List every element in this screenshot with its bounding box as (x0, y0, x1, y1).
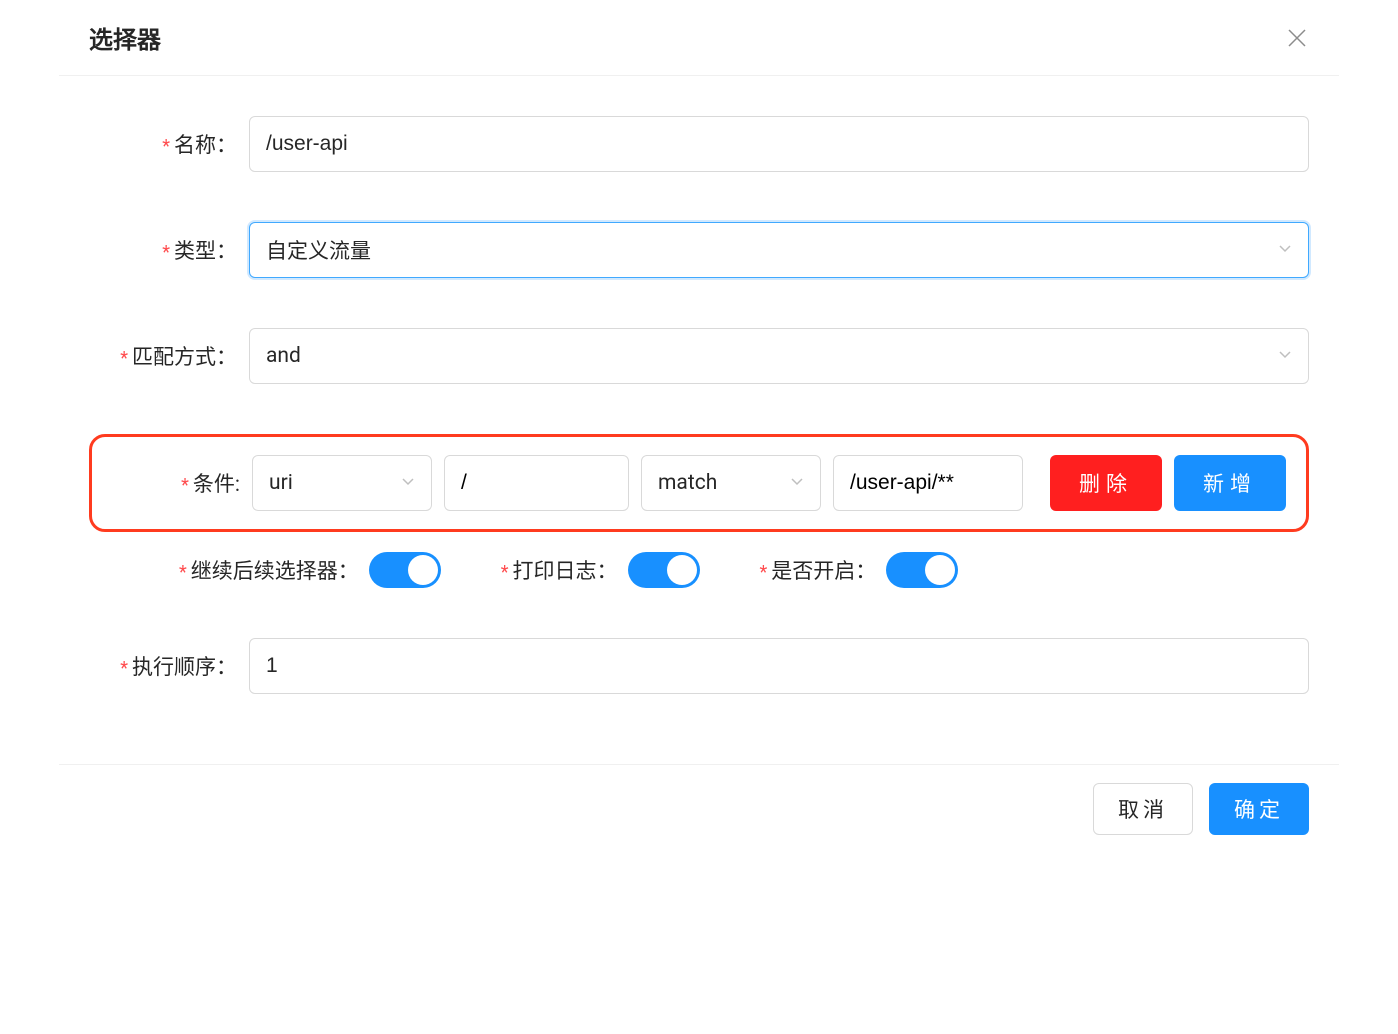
continue-selector-label: *继续后续选择器： (179, 555, 359, 585)
name-input[interactable] (249, 116, 1309, 172)
switch-handle (408, 555, 438, 585)
type-select[interactable]: 自定义流量 (249, 222, 1309, 278)
type-label: *类型： (89, 235, 249, 265)
required-mark: * (120, 658, 128, 679)
required-mark: * (162, 242, 170, 263)
required-mark: * (162, 136, 170, 157)
continue-selector-toggle-item: *继续后续选择器： (179, 552, 441, 588)
condition-label: *条件: (112, 468, 252, 498)
condition-param-type-value: uri (269, 471, 293, 495)
match-mode-control: and (249, 328, 1309, 384)
exec-order-label: *执行顺序： (89, 651, 249, 681)
modal-title: 选择器 (89, 20, 161, 55)
required-mark: * (120, 348, 128, 369)
condition-controls: uri match 删除 新增 (252, 455, 1286, 511)
cancel-button[interactable]: 取消 (1093, 783, 1193, 835)
enabled-label: *是否开启： (760, 555, 877, 585)
exec-order-row: *执行顺序： (89, 638, 1309, 694)
name-row: *名称： (89, 116, 1309, 172)
enabled-switch[interactable] (886, 552, 958, 588)
print-log-switch[interactable] (628, 552, 700, 588)
required-mark: * (179, 562, 187, 583)
match-mode-select[interactable]: and (249, 328, 1309, 384)
match-mode-label: *匹配方式： (89, 341, 249, 371)
chevron-down-icon (1278, 347, 1292, 365)
condition-path-input[interactable] (444, 455, 629, 511)
condition-value-input[interactable] (833, 455, 1023, 511)
exec-order-input[interactable] (249, 638, 1309, 694)
match-mode-value: and (266, 344, 301, 368)
confirm-button[interactable]: 确定 (1209, 783, 1309, 835)
required-mark: * (760, 562, 768, 583)
print-log-label: *打印日志： (501, 555, 618, 585)
modal-footer: 取消 确定 (59, 764, 1339, 853)
match-mode-row: *匹配方式： and (89, 328, 1309, 384)
condition-operator-select[interactable]: match (641, 455, 821, 511)
enabled-toggle-item: *是否开启： (760, 552, 959, 588)
condition-param-type-select[interactable]: uri (252, 455, 432, 511)
condition-operator-value: match (658, 471, 717, 495)
chevron-down-icon (401, 474, 415, 492)
modal-header: 选择器 (59, 0, 1339, 76)
name-label: *名称： (89, 129, 249, 159)
type-control: 自定义流量 (249, 222, 1309, 278)
selector-modal: 选择器 *名称： *类型： 自定义流量 (59, 0, 1339, 853)
exec-order-control (249, 638, 1309, 694)
condition-highlight: *条件: uri match 删除 (89, 434, 1309, 532)
add-condition-button[interactable]: 新增 (1174, 455, 1286, 511)
chevron-down-icon (1278, 241, 1292, 259)
delete-condition-button[interactable]: 删除 (1050, 455, 1162, 511)
toggle-row: *继续后续选择器： *打印日志： *是否开启： (179, 552, 1309, 588)
print-log-toggle-item: *打印日志： (501, 552, 700, 588)
switch-handle (925, 555, 955, 585)
required-mark: * (501, 562, 509, 583)
close-icon[interactable] (1285, 26, 1309, 50)
chevron-down-icon (790, 474, 804, 492)
switch-handle (667, 555, 697, 585)
required-mark: * (181, 475, 189, 496)
type-select-value: 自定义流量 (266, 235, 371, 265)
type-row: *类型： 自定义流量 (89, 222, 1309, 278)
continue-selector-switch[interactable] (369, 552, 441, 588)
name-control (249, 116, 1309, 172)
modal-body: *名称： *类型： 自定义流量 *匹配方式： (59, 76, 1339, 764)
